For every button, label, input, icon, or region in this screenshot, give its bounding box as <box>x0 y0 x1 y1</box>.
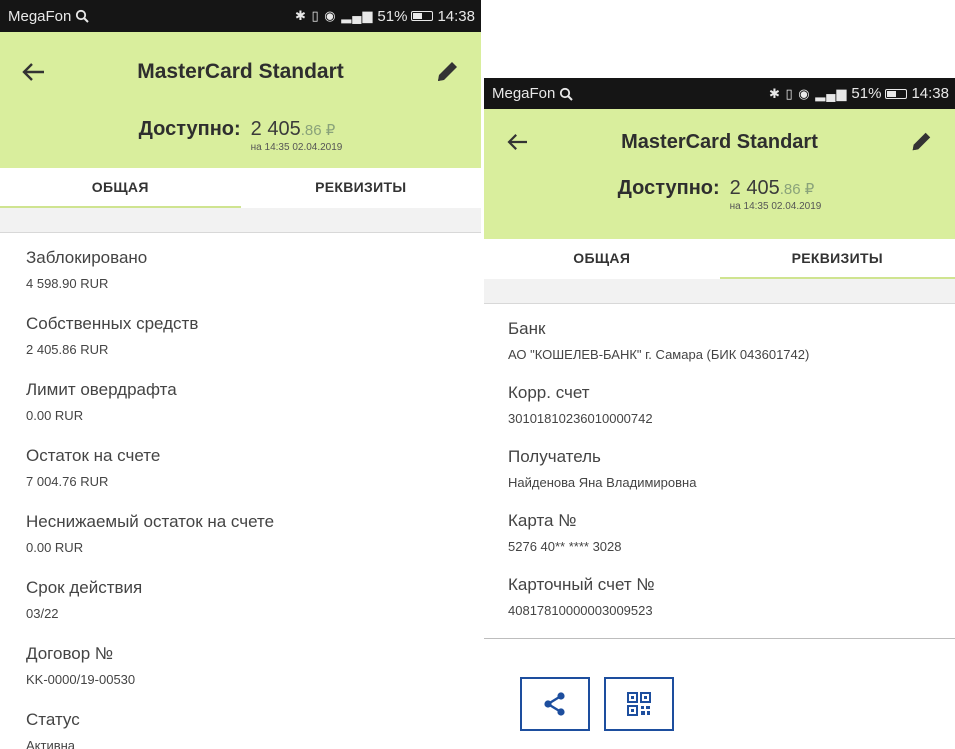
available-amount: 2 405.86 ₽ <box>251 116 343 144</box>
item-value: 30101810236010000742 <box>508 411 653 426</box>
qr-code-icon <box>627 692 651 716</box>
battery-icon <box>411 11 434 21</box>
item-label: Банк <box>508 319 546 338</box>
status-bar: MegaFon ✱ ▯ ◉ ▂▄▆ 51% 14:38 <box>0 0 481 32</box>
list-item: Неснижаемый остаток на счете 0.00 RUR <box>26 497 455 563</box>
item-value: 2 405.86 RUR <box>26 342 109 357</box>
clock: 14:38 <box>437 7 475 25</box>
item-value: 7 004.76 RUR <box>26 474 109 489</box>
general-screen: MegaFon ✱ ▯ ◉ ▂▄▆ 51% 14:38 MasterCard S… <box>0 0 481 749</box>
action-buttons <box>520 677 955 731</box>
search-icon <box>76 9 90 23</box>
item-label: Статус <box>26 710 80 729</box>
status-bar: MegaFon ✱ ▯ ◉ ▂▄▆ 51% 14:38 <box>484 78 955 109</box>
list-item: Карта № 5276 40** **** 3028 <box>508 496 931 560</box>
page-title: MasterCard Standart <box>621 130 818 153</box>
carrier-label: MegaFon <box>492 85 556 102</box>
item-label: Получатель <box>508 447 601 466</box>
share-icon <box>544 692 565 716</box>
edit-button[interactable] <box>901 122 941 162</box>
list-item: Срок действия 03/22 <box>26 563 455 629</box>
item-label: Собственных средств <box>26 314 199 333</box>
list-item: Остаток на счете 7 004.76 RUR <box>26 431 455 497</box>
item-label: Карта № <box>508 511 577 530</box>
item-value: 0.00 RUR <box>26 540 84 555</box>
item-label: Неснижаемый остаток на счете <box>26 512 275 531</box>
list-item: Получатель Найденова Яна Владимировна <box>508 432 931 496</box>
item-value: 4 598.90 RUR <box>26 276 109 291</box>
list-item: Корр. счет 30101810236010000742 <box>508 368 931 432</box>
item-label: Остаток на счете <box>26 446 161 465</box>
balance-block: Доступно: 2 405.86 ₽ на 14:35 02.04.2019 <box>484 175 955 212</box>
clock: 14:38 <box>911 85 949 102</box>
battery-percent: 51% <box>851 85 882 102</box>
list-item: Заблокировано 4 598.90 RUR <box>26 233 455 299</box>
available-label: Доступно: <box>138 118 241 140</box>
general-list: Заблокировано 4 598.90 RUR Собственных с… <box>0 233 481 749</box>
tab-bar: ОБЩАЯ РЕКВИЗИТЫ <box>0 168 481 208</box>
list-item: Карточный счет № 40817810000003009523 <box>508 560 931 624</box>
battery-icon <box>885 88 908 99</box>
arrow-left-icon <box>22 63 44 81</box>
amount-integer: 2 405 <box>250 118 301 140</box>
list-item: Банк АО "КОШЕЛЕВ-БАНК" г. Самара (БИК 04… <box>508 304 931 368</box>
battery-percent: 51% <box>377 7 408 25</box>
back-button[interactable] <box>498 122 538 162</box>
item-value: 5276 40** **** 3028 <box>508 539 622 554</box>
back-button[interactable] <box>14 52 54 92</box>
balance-timestamp: на 14:35 02.04.2019 <box>250 142 343 153</box>
tab-general[interactable]: ОБЩАЯ <box>0 168 241 208</box>
qr-code-button[interactable] <box>604 677 674 731</box>
list-item: Лимит овердрафта 0.00 RUR <box>26 365 455 431</box>
item-label: Корр. счет <box>508 383 590 402</box>
item-value: KK-0000/19-00530 <box>26 672 136 687</box>
share-button[interactable] <box>520 677 590 731</box>
item-value: Найденова Яна Владимировна <box>508 475 697 490</box>
amount-decimal: .86 ₽ <box>300 122 336 139</box>
section-divider <box>484 279 955 304</box>
available-amount: 2 405.86 ₽ <box>730 175 822 203</box>
item-label: Лимит овердрафта <box>26 380 177 399</box>
available-label: Доступно: <box>617 177 720 199</box>
tab-general[interactable]: ОБЩАЯ <box>484 239 720 279</box>
item-value: АО "КОШЕЛЕВ-БАНК" г. Самара (БИК 0436017… <box>508 347 810 362</box>
details-list: Банк АО "КОШЕЛЕВ-БАНК" г. Самара (БИК 04… <box>484 304 955 624</box>
carrier-label: MegaFon <box>8 7 72 25</box>
details-screen: MegaFon ✱ ▯ ◉ ▂▄▆ 51% 14:38 MasterCard S… <box>484 78 955 749</box>
list-item: Договор № KK-0000/19-00530 <box>26 629 455 695</box>
page-title: MasterCard Standart <box>137 60 344 83</box>
pencil-icon <box>912 132 931 151</box>
tab-bar: ОБЩАЯ РЕКВИЗИТЫ <box>484 239 955 279</box>
arrow-left-icon <box>507 134 527 150</box>
card-header: MasterCard Standart Доступно: 2 405.86 ₽… <box>0 32 481 168</box>
item-value: 40817810000003009523 <box>508 603 653 618</box>
item-label: Заблокировано <box>26 248 148 267</box>
divider <box>484 638 955 639</box>
balance-block: Доступно: 2 405.86 ₽ на 14:35 02.04.2019 <box>0 116 481 153</box>
item-label: Договор № <box>26 644 114 663</box>
system-icons: ✱ ▯ ◉ ▂▄▆ <box>768 85 848 101</box>
section-divider <box>0 208 481 233</box>
balance-timestamp: на 14:35 02.04.2019 <box>729 201 822 212</box>
amount-integer: 2 405 <box>729 177 780 199</box>
pencil-icon <box>438 62 457 81</box>
item-value: 0.00 RUR <box>26 408 84 423</box>
tab-details[interactable]: РЕКВИЗИТЫ <box>719 239 955 279</box>
item-value: 03/22 <box>26 606 59 621</box>
search-icon <box>560 87 574 101</box>
tab-details[interactable]: РЕКВИЗИТЫ <box>241 168 482 208</box>
system-icons: ✱ ▯ ◉ ▂▄▆ <box>294 8 374 23</box>
edit-button[interactable] <box>427 52 467 92</box>
amount-decimal: .86 ₽ <box>779 181 815 198</box>
item-label: Срок действия <box>26 578 143 597</box>
item-value: Активна <box>26 738 76 749</box>
list-item: Собственных средств 2 405.86 RUR <box>26 299 455 365</box>
list-item: Статус Активна <box>26 695 455 749</box>
item-label: Карточный счет № <box>508 575 655 594</box>
card-header: MasterCard Standart Доступно: 2 405.86 ₽… <box>484 109 955 239</box>
